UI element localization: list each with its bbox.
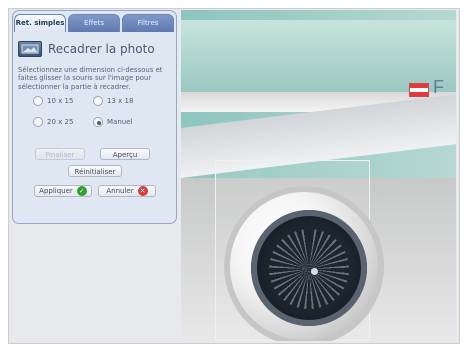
engine-fan-icon	[269, 229, 349, 309]
austria-flag-icon	[409, 83, 429, 97]
option-manual[interactable]: Manuel	[93, 117, 153, 127]
option-13x18[interactable]: 13 x 18	[93, 96, 153, 106]
radio-10x15[interactable]	[33, 96, 43, 106]
finalize-label: Finaliser	[45, 151, 75, 159]
preview-label: Aperçu	[112, 151, 138, 159]
tab-effects[interactable]: Effets	[68, 14, 120, 32]
radio-13x18[interactable]	[93, 96, 103, 106]
photo-icon	[18, 41, 42, 57]
cancel-button[interactable]: Annuler ✕	[98, 185, 156, 197]
radio-20x25[interactable]	[33, 117, 43, 127]
close-icon: ✕	[137, 186, 148, 196]
tab-simple[interactable]: Ret. simples	[14, 14, 66, 32]
cancel-label: Annuler	[106, 187, 134, 195]
apply-button[interactable]: Appliquer ✓	[34, 185, 92, 197]
radio-manual[interactable]	[93, 117, 103, 127]
engine-spinner	[311, 268, 318, 275]
crop-panel: Recadrer la photo Sélectionnez une dimen…	[18, 36, 168, 216]
crop-title: Recadrer la photo	[48, 42, 155, 56]
check-icon: ✓	[76, 186, 87, 196]
option-manual-label: Manuel	[107, 118, 133, 126]
reset-label: Réinitialiser	[74, 168, 116, 176]
apply-label: Appliquer	[39, 187, 73, 195]
apply-inner: Appliquer ✓	[35, 186, 91, 196]
option-20x25[interactable]: 20 x 25	[33, 117, 93, 127]
cancel-inner: Annuler ✕	[99, 186, 155, 196]
preview-button[interactable]: Aperçu	[100, 148, 150, 160]
photo-icon-svg	[21, 44, 39, 54]
tab-filters[interactable]: Filtres	[122, 14, 174, 32]
dimension-options: 10 x 15 13 x 18 20 x 25 Manuel	[33, 96, 153, 127]
option-10x15-label: 10 x 15	[47, 97, 74, 105]
option-13x18-label: 13 x 18	[107, 97, 134, 105]
reset-button[interactable]: Réinitialiser	[68, 165, 122, 177]
crop-header: Recadrer la photo	[18, 36, 168, 62]
edit-tabs: Ret. simples Effets Filtres	[14, 14, 174, 32]
option-10x15[interactable]: 10 x 15	[33, 96, 93, 106]
crop-description: Sélectionnez une dimension ci-dessous et…	[18, 66, 163, 91]
option-20x25-label: 20 x 25	[47, 118, 74, 126]
finalize-button[interactable]: Finaliser	[35, 148, 85, 160]
photo-canvas[interactable]: F	[181, 10, 456, 341]
